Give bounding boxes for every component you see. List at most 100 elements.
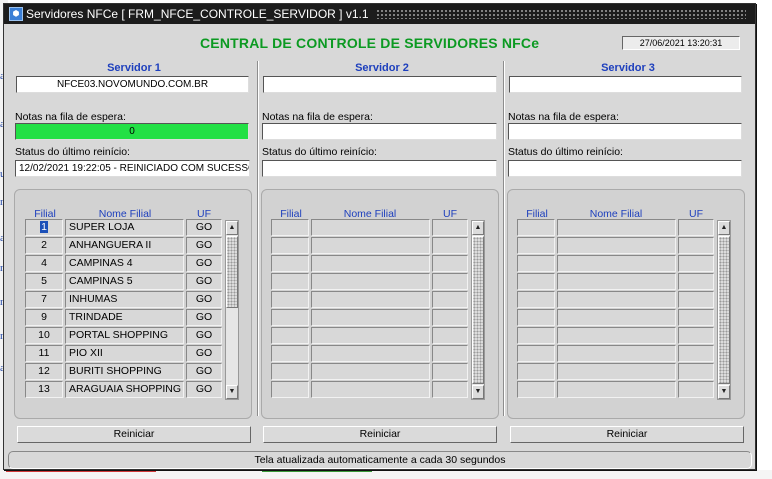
restart-status-field[interactable]: 12/02/2021 19:22:05 - REINICIADO COM SUC… (15, 160, 250, 177)
row-filial-cell[interactable]: 9 (25, 309, 63, 326)
row-nome-filial-cell[interactable]: CAMPINAS 5 (65, 273, 184, 290)
row-filial-cell[interactable] (517, 309, 555, 326)
row-nome-filial-cell[interactable] (557, 291, 676, 308)
row-nome-filial-cell[interactable] (311, 219, 430, 236)
row-nome-filial-cell[interactable] (557, 237, 676, 254)
restart-button-1[interactable]: Reiniciar (17, 426, 251, 443)
row-uf-cell[interactable] (678, 345, 714, 362)
row-uf-cell[interactable] (678, 219, 714, 236)
row-uf-cell[interactable] (432, 291, 468, 308)
row-uf-cell[interactable] (432, 345, 468, 362)
row-uf-cell[interactable] (678, 327, 714, 344)
row-filial-cell[interactable] (271, 309, 309, 326)
title-bar[interactable]: ⬢ Servidores NFCe [ FRM_NFCE_CONTROLE_SE… (4, 4, 755, 24)
scroll-thumb[interactable] (718, 236, 730, 384)
row-nome-filial-cell[interactable]: PORTAL SHOPPING (65, 327, 184, 344)
row-nome-filial-cell[interactable] (311, 255, 430, 272)
row-filial-cell[interactable] (271, 291, 309, 308)
row-nome-filial-cell[interactable] (311, 291, 430, 308)
row-nome-filial-cell[interactable]: SUPER LOJA (65, 219, 184, 236)
row-nome-filial-cell[interactable]: ARAGUAIA SHOPPING (65, 381, 184, 398)
row-uf-cell[interactable]: GO (186, 255, 222, 272)
row-nome-filial-cell[interactable] (311, 363, 430, 380)
scroll-up-icon[interactable]: ▲ (718, 221, 730, 235)
row-uf-cell[interactable] (432, 219, 468, 236)
row-filial-cell[interactable] (271, 219, 309, 236)
row-uf-cell[interactable]: GO (186, 237, 222, 254)
row-filial-cell[interactable] (517, 273, 555, 290)
restart-status-field[interactable] (262, 160, 497, 177)
restart-status-field[interactable] (508, 160, 742, 177)
row-nome-filial-cell[interactable] (557, 309, 676, 326)
row-nome-filial-cell[interactable]: CAMPINAS 4 (65, 255, 184, 272)
restart-button-2[interactable]: Reiniciar (263, 426, 497, 443)
row-filial-cell[interactable] (271, 381, 309, 398)
grid-scrollbar[interactable]: ▲ ▼ (471, 220, 485, 400)
row-filial-cell[interactable] (517, 345, 555, 362)
row-uf-cell[interactable] (432, 327, 468, 344)
row-uf-cell[interactable] (432, 255, 468, 272)
row-filial-cell[interactable]: 5 (25, 273, 63, 290)
row-filial-cell[interactable]: 10 (25, 327, 63, 344)
grid-scrollbar[interactable]: ▲ ▼ (717, 220, 731, 400)
server-host-field[interactable]: NFCE03.NOVOMUNDO.COM.BR (16, 76, 249, 93)
row-nome-filial-cell[interactable] (311, 381, 430, 398)
row-filial-cell[interactable] (517, 291, 555, 308)
row-nome-filial-cell[interactable] (557, 345, 676, 362)
scroll-thumb[interactable] (472, 236, 484, 384)
row-nome-filial-cell[interactable] (557, 381, 676, 398)
row-uf-cell[interactable] (432, 273, 468, 290)
grid-scrollbar[interactable]: ▲ ▼ (225, 220, 239, 400)
row-filial-cell[interactable] (271, 273, 309, 290)
row-filial-cell[interactable] (271, 237, 309, 254)
row-uf-cell[interactable] (678, 255, 714, 272)
scroll-down-icon[interactable]: ▼ (472, 385, 484, 399)
row-filial-cell[interactable] (271, 255, 309, 272)
row-filial-cell[interactable]: 7 (25, 291, 63, 308)
row-filial-cell[interactable]: 2 (25, 237, 63, 254)
row-nome-filial-cell[interactable] (557, 219, 676, 236)
row-uf-cell[interactable] (678, 363, 714, 380)
server-host-field[interactable] (263, 76, 497, 93)
row-nome-filial-cell[interactable] (557, 327, 676, 344)
scroll-up-icon[interactable]: ▲ (226, 221, 238, 235)
scroll-down-icon[interactable]: ▼ (718, 385, 730, 399)
row-nome-filial-cell[interactable] (557, 363, 676, 380)
row-nome-filial-cell[interactable]: BURITI SHOPPING (65, 363, 184, 380)
row-nome-filial-cell[interactable]: PIO XII (65, 345, 184, 362)
row-filial-cell[interactable] (271, 327, 309, 344)
row-uf-cell[interactable] (678, 309, 714, 326)
row-uf-cell[interactable] (678, 273, 714, 290)
row-filial-cell[interactable]: 4 (25, 255, 63, 272)
row-filial-cell[interactable] (517, 327, 555, 344)
row-nome-filial-cell[interactable] (557, 273, 676, 290)
row-uf-cell[interactable] (432, 309, 468, 326)
row-nome-filial-cell[interactable]: INHUMAS (65, 291, 184, 308)
restart-button-3[interactable]: Reiniciar (510, 426, 744, 443)
row-nome-filial-cell[interactable]: ANHANGUERA II (65, 237, 184, 254)
row-nome-filial-cell[interactable] (311, 237, 430, 254)
row-uf-cell[interactable] (432, 381, 468, 398)
queue-count-field[interactable]: 0 (15, 123, 249, 140)
row-uf-cell[interactable] (678, 381, 714, 398)
row-nome-filial-cell[interactable] (311, 273, 430, 290)
row-nome-filial-cell[interactable] (311, 327, 430, 344)
row-uf-cell[interactable]: GO (186, 273, 222, 290)
row-nome-filial-cell[interactable] (311, 309, 430, 326)
row-uf-cell[interactable]: GO (186, 363, 222, 380)
row-filial-cell[interactable] (517, 219, 555, 236)
row-filial-cell[interactable] (271, 345, 309, 362)
row-nome-filial-cell[interactable]: TRINDADE (65, 309, 184, 326)
row-filial-cell[interactable]: 1 (25, 219, 63, 236)
row-uf-cell[interactable]: GO (186, 327, 222, 344)
row-uf-cell[interactable] (432, 363, 468, 380)
row-filial-cell[interactable]: 11 (25, 345, 63, 362)
row-filial-cell[interactable] (517, 255, 555, 272)
row-uf-cell[interactable] (432, 237, 468, 254)
row-uf-cell[interactable] (678, 291, 714, 308)
scroll-down-icon[interactable]: ▼ (226, 385, 238, 399)
row-uf-cell[interactable]: GO (186, 309, 222, 326)
row-uf-cell[interactable]: GO (186, 345, 222, 362)
queue-count-field[interactable] (508, 123, 742, 140)
row-filial-cell[interactable] (517, 381, 555, 398)
